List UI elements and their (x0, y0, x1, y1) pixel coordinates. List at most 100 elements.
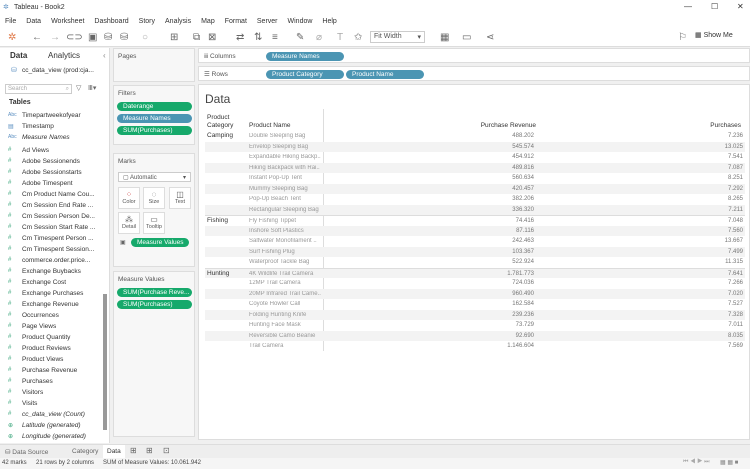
tooltip-button[interactable]: ▭ Tooltip (143, 212, 165, 234)
marks-pill-measure-values[interactable]: Measure Values (131, 238, 189, 247)
menu-window[interactable]: Window (288, 18, 313, 25)
field-item[interactable]: # Visits (8, 398, 37, 408)
field-item[interactable]: # Purchase Revenue (8, 365, 77, 375)
field-item[interactable]: # Exchange Purchases (8, 288, 83, 298)
sheet-tab-category[interactable]: Category (72, 448, 98, 455)
new-story-icon[interactable]: ⊡ (163, 446, 170, 455)
field-item[interactable]: # Cm Timespent Session... (8, 244, 94, 254)
field-item[interactable]: # Ad Views (8, 145, 49, 155)
menu-worksheet[interactable]: Worksheet (51, 18, 84, 25)
datasource-name[interactable]: cc_data_view (prod:cja... (22, 67, 94, 74)
field-item[interactable]: # Cm Product Name Cou... (8, 189, 95, 199)
new-worksheet-icon[interactable]: ⊞ (170, 32, 178, 43)
tab-data[interactable]: Data (10, 51, 27, 60)
field-item[interactable]: # commerce.order.price... (8, 255, 90, 265)
pause-updates-icon[interactable]: ⊂⊃ (66, 32, 83, 43)
datasource-options-icon[interactable]: ⛁ (120, 32, 128, 43)
mv-pill-purchase-revenue[interactable]: SUM(Purchase Reve... (117, 288, 192, 297)
menu-format[interactable]: Format (225, 18, 247, 25)
field-item[interactable]: Abc Measure Names (8, 132, 70, 142)
field-item[interactable]: ▤ Timestamp (8, 121, 54, 131)
field-item[interactable]: Abc Timepartweekofyear (8, 110, 81, 120)
menu-data[interactable]: Data (26, 18, 41, 25)
sheet-navigation-icon[interactable]: ⏮ ◀ ▶ ⏭ (683, 459, 710, 466)
sort-ascending-icon[interactable]: ⇅ (254, 32, 262, 43)
field-item[interactable]: # Exchange Revenue (8, 299, 79, 309)
rows-pill-product-category[interactable]: Product Category (266, 70, 344, 79)
tab-analytics[interactable]: Analytics (48, 51, 80, 60)
rows-shelf[interactable]: ☰ Rows Product Category Product Name (198, 66, 750, 81)
scrollbar[interactable] (103, 294, 107, 430)
collapse-icon[interactable]: ‹ (103, 51, 106, 60)
refresh-icon[interactable]: ○ (142, 32, 148, 43)
menu-analysis[interactable]: Analysis (165, 18, 191, 25)
color-button[interactable]: ⁘ Color (118, 187, 140, 209)
show-cards-icon[interactable]: ▦ (440, 32, 449, 43)
field-item[interactable]: # cc_data_view (Count) (8, 409, 85, 419)
highlight-icon[interactable]: ✎ (296, 32, 304, 43)
filter-pill-measure-names[interactable]: Measure Names (117, 114, 192, 123)
group-icon[interactable]: ⌀ (316, 32, 322, 43)
field-item[interactable]: ⊕ Latitude (generated) (8, 420, 81, 430)
forward-icon[interactable]: → (50, 32, 60, 43)
tableau-home-icon[interactable]: ✲ (8, 32, 16, 43)
field-item[interactable]: # Product Views (8, 354, 63, 364)
filter-icon[interactable]: ▽ (76, 84, 81, 92)
field-item[interactable]: # Product Reviews (8, 343, 71, 353)
save-icon[interactable]: ▣ (88, 32, 97, 43)
field-item[interactable]: # Adobe Sessionends (8, 156, 80, 166)
labels-icon[interactable]: T (337, 32, 343, 43)
field-item[interactable]: # Occurrences (8, 310, 59, 320)
menu-map[interactable]: Map (201, 18, 215, 25)
filter-pill-sum-purchases[interactable]: SUM(Purchases) (117, 126, 192, 135)
mark-type-dropdown[interactable]: ▢ Automatic ▾ (118, 172, 191, 182)
fit-dropdown[interactable]: Fit Width ▾ (370, 31, 425, 43)
menu-dashboard[interactable]: Dashboard (94, 18, 128, 25)
columns-shelf[interactable]: ⅲ Columns Measure Names (198, 48, 750, 63)
field-item[interactable]: # Product Quantity (8, 332, 70, 342)
field-item[interactable]: # Cm Session Person De... (8, 211, 95, 221)
pin-icon[interactable]: ✩ (354, 32, 362, 43)
menu-file[interactable]: File (5, 18, 16, 25)
close-icon[interactable]: ✕ (737, 2, 744, 11)
field-item[interactable]: # Page Views (8, 321, 56, 331)
field-item[interactable]: # Visitors (8, 387, 43, 397)
menu-help[interactable]: Help (322, 18, 336, 25)
field-item[interactable]: # Adobe Sessionstarts (8, 167, 82, 177)
minimize-icon[interactable]: — (684, 2, 692, 11)
field-item[interactable]: # Cm Session Start Rate ... (8, 222, 95, 232)
clear-sheet-icon[interactable]: ⊠ (208, 32, 216, 43)
new-worksheet-icon[interactable]: ⊞ (130, 446, 137, 455)
datasource-tab[interactable]: ⛁ Data Source (5, 448, 48, 456)
view-options-icon[interactable]: Ⅲ▾ (88, 84, 96, 92)
field-item[interactable]: # Cm Session End Rate ... (8, 200, 93, 210)
maximize-icon[interactable]: ☐ (711, 2, 718, 11)
detail-button[interactable]: ⁂ Detail (118, 212, 140, 234)
back-icon[interactable]: ← (32, 32, 42, 43)
bookmark-icon[interactable]: ⚐ (678, 32, 687, 43)
field-item[interactable]: # Adobe Timespent (8, 178, 73, 188)
swap-icon[interactable]: ⇄ (236, 32, 244, 43)
show-me-button[interactable]: ▦ Show Me (695, 31, 733, 39)
menu-story[interactable]: Story (139, 18, 155, 25)
share-icon[interactable]: ⋖ (486, 32, 494, 43)
presentation-icon[interactable]: ▭ (462, 32, 471, 43)
size-button[interactable]: ◌ Size (143, 187, 165, 209)
menu-server[interactable]: Server (257, 18, 278, 25)
duplicate-sheet-icon[interactable]: ⧉ (193, 32, 200, 43)
field-item[interactable]: ⊕ Longitude (generated) (8, 431, 86, 441)
text-button[interactable]: ◫ Text (169, 187, 191, 209)
columns-pill-measure-names[interactable]: Measure Names (266, 52, 344, 61)
field-item[interactable]: # Purchases (8, 376, 53, 386)
field-item[interactable]: # Exchange Buybacks (8, 266, 81, 276)
field-item[interactable]: # Exchange Cost (8, 277, 66, 287)
filter-pill-daterange[interactable]: Daterange (117, 102, 192, 111)
search-input[interactable]: Search ⌕ (5, 84, 72, 94)
new-datasource-icon[interactable]: ⛁ (104, 32, 112, 43)
pages-card[interactable]: Pages (113, 48, 195, 82)
rows-pill-product-name[interactable]: Product Name (346, 70, 424, 79)
mv-pill-purchases[interactable]: SUM(Purchases) (117, 300, 192, 309)
field-item[interactable]: # Cm Timespent Person ... (8, 233, 94, 243)
sheet-tab-data[interactable]: Data (103, 445, 125, 458)
new-dashboard-icon[interactable]: ⊞ (146, 446, 153, 455)
